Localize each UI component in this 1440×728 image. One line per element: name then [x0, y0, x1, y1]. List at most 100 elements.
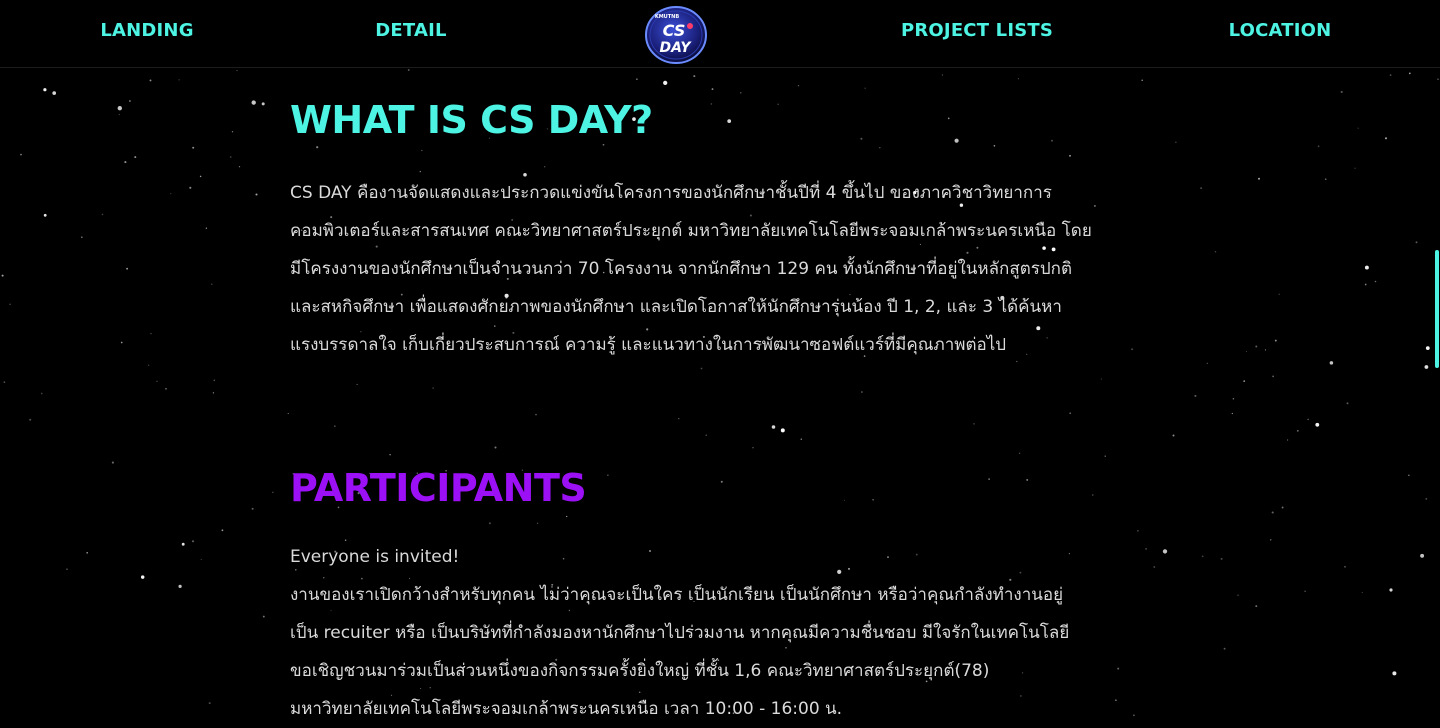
- scrollbar-thumb[interactable]: [1435, 250, 1439, 368]
- star: [1237, 594, 1239, 596]
- star: [255, 193, 258, 196]
- star: [236, 70, 238, 72]
- paragraph-line: และสหกิจศึกษา เพื่อแสดงศักยภาพของนักศึกษ…: [290, 297, 1062, 317]
- star: [124, 161, 127, 164]
- star: [1408, 474, 1410, 476]
- star: [181, 542, 185, 546]
- star: [1384, 137, 1388, 140]
- star: [1017, 78, 1019, 80]
- star: [1272, 375, 1274, 378]
- star: [1354, 167, 1356, 169]
- star: [212, 392, 215, 394]
- star: [1296, 429, 1299, 432]
- star: [1255, 345, 1258, 348]
- nav-landing-link[interactable]: LANDING: [100, 20, 193, 41]
- star: [118, 113, 120, 116]
- paragraph-line: Everyone is invited!: [290, 547, 460, 567]
- star: [148, 364, 150, 366]
- star: [199, 175, 202, 178]
- star: [1329, 361, 1334, 365]
- star: [1364, 265, 1369, 270]
- star: [1317, 145, 1320, 148]
- star: [1200, 187, 1203, 190]
- star: [663, 80, 668, 86]
- nav-detail-link[interactable]: DETAIL: [375, 20, 446, 41]
- participants-heading: PARTICIPANTS: [290, 466, 587, 510]
- star: [1271, 511, 1274, 514]
- star: [1425, 346, 1430, 350]
- paragraph-line: มีโครงงานของนักศึกษาเป็นจำนวนกว่า 70 โคร…: [290, 259, 1072, 279]
- star: [86, 551, 89, 554]
- star: [1420, 553, 1425, 558]
- star: [170, 193, 172, 195]
- star: [1245, 351, 1247, 353]
- star: [200, 558, 202, 560]
- star: [251, 100, 256, 105]
- star: [43, 213, 47, 217]
- star: [693, 75, 696, 78]
- paragraph-line: งานของเราเปิดกว้างสำหรับทุกคน ไม่ว่าคุณจ…: [290, 585, 1064, 605]
- star: [1141, 79, 1143, 82]
- star: [191, 540, 195, 543]
- star: [1274, 339, 1277, 342]
- star: [178, 79, 180, 81]
- star: [1425, 497, 1428, 500]
- star: [1374, 280, 1377, 283]
- nav-location-link[interactable]: LOCATION: [1229, 20, 1332, 41]
- star: [941, 74, 944, 76]
- star: [20, 153, 22, 156]
- star: [1415, 241, 1418, 244]
- logo-cs-text: CS: [663, 21, 686, 40]
- star: [1214, 251, 1217, 253]
- logo-day-text: DAY: [660, 40, 693, 56]
- star: [1201, 555, 1204, 558]
- participants-paragraph: Everyone is invited! งานของเราเปิดกว้างสำ…: [290, 538, 1150, 728]
- star: [156, 380, 158, 382]
- star: [165, 388, 167, 390]
- star: [1357, 127, 1359, 129]
- star: [1389, 588, 1393, 592]
- star: [140, 575, 145, 579]
- page-scrollbar[interactable]: [1434, 68, 1440, 721]
- star: [229, 156, 232, 158]
- star: [1392, 671, 1397, 676]
- star: [205, 227, 208, 229]
- star: [221, 529, 224, 532]
- star: [1223, 647, 1226, 650]
- star: [208, 702, 211, 705]
- logo-top-text: KMUTNB: [655, 14, 680, 20]
- cs-day-logo[interactable]: KMUTNB CS DAY: [643, 4, 709, 66]
- star: [272, 491, 274, 493]
- star: [1172, 434, 1175, 437]
- star: [3, 381, 6, 384]
- star: [1255, 605, 1258, 608]
- star: [1194, 394, 1197, 397]
- star: [711, 88, 714, 91]
- star: [1287, 439, 1289, 441]
- star: [1175, 141, 1177, 143]
- nav-project-lists-link[interactable]: PROJECT LISTS: [901, 20, 1053, 41]
- paragraph-line: ขอเชิญชวนมาร่วมเป็นส่วนหนึ่งของกิจกรรมคร…: [290, 661, 990, 681]
- star: [80, 236, 83, 239]
- star: [192, 146, 195, 149]
- star: [178, 584, 182, 589]
- star: [1264, 349, 1267, 351]
- star: [636, 78, 638, 80]
- star: [1424, 365, 1429, 369]
- star: [213, 379, 216, 382]
- star: [231, 131, 234, 133]
- star: [1243, 380, 1246, 382]
- star: [134, 156, 137, 159]
- star: [43, 88, 47, 92]
- star: [261, 102, 265, 106]
- star: [238, 166, 241, 168]
- star: [1258, 177, 1260, 180]
- star: [126, 267, 128, 270]
- star: [189, 186, 192, 189]
- main-content: WHAT IS CS DAY? CS DAY คืองานจัดแสดงและป…: [290, 92, 1150, 728]
- star: [29, 418, 32, 421]
- star: [1307, 418, 1309, 421]
- star: [1408, 72, 1411, 75]
- star: [128, 100, 131, 102]
- star: [66, 568, 68, 570]
